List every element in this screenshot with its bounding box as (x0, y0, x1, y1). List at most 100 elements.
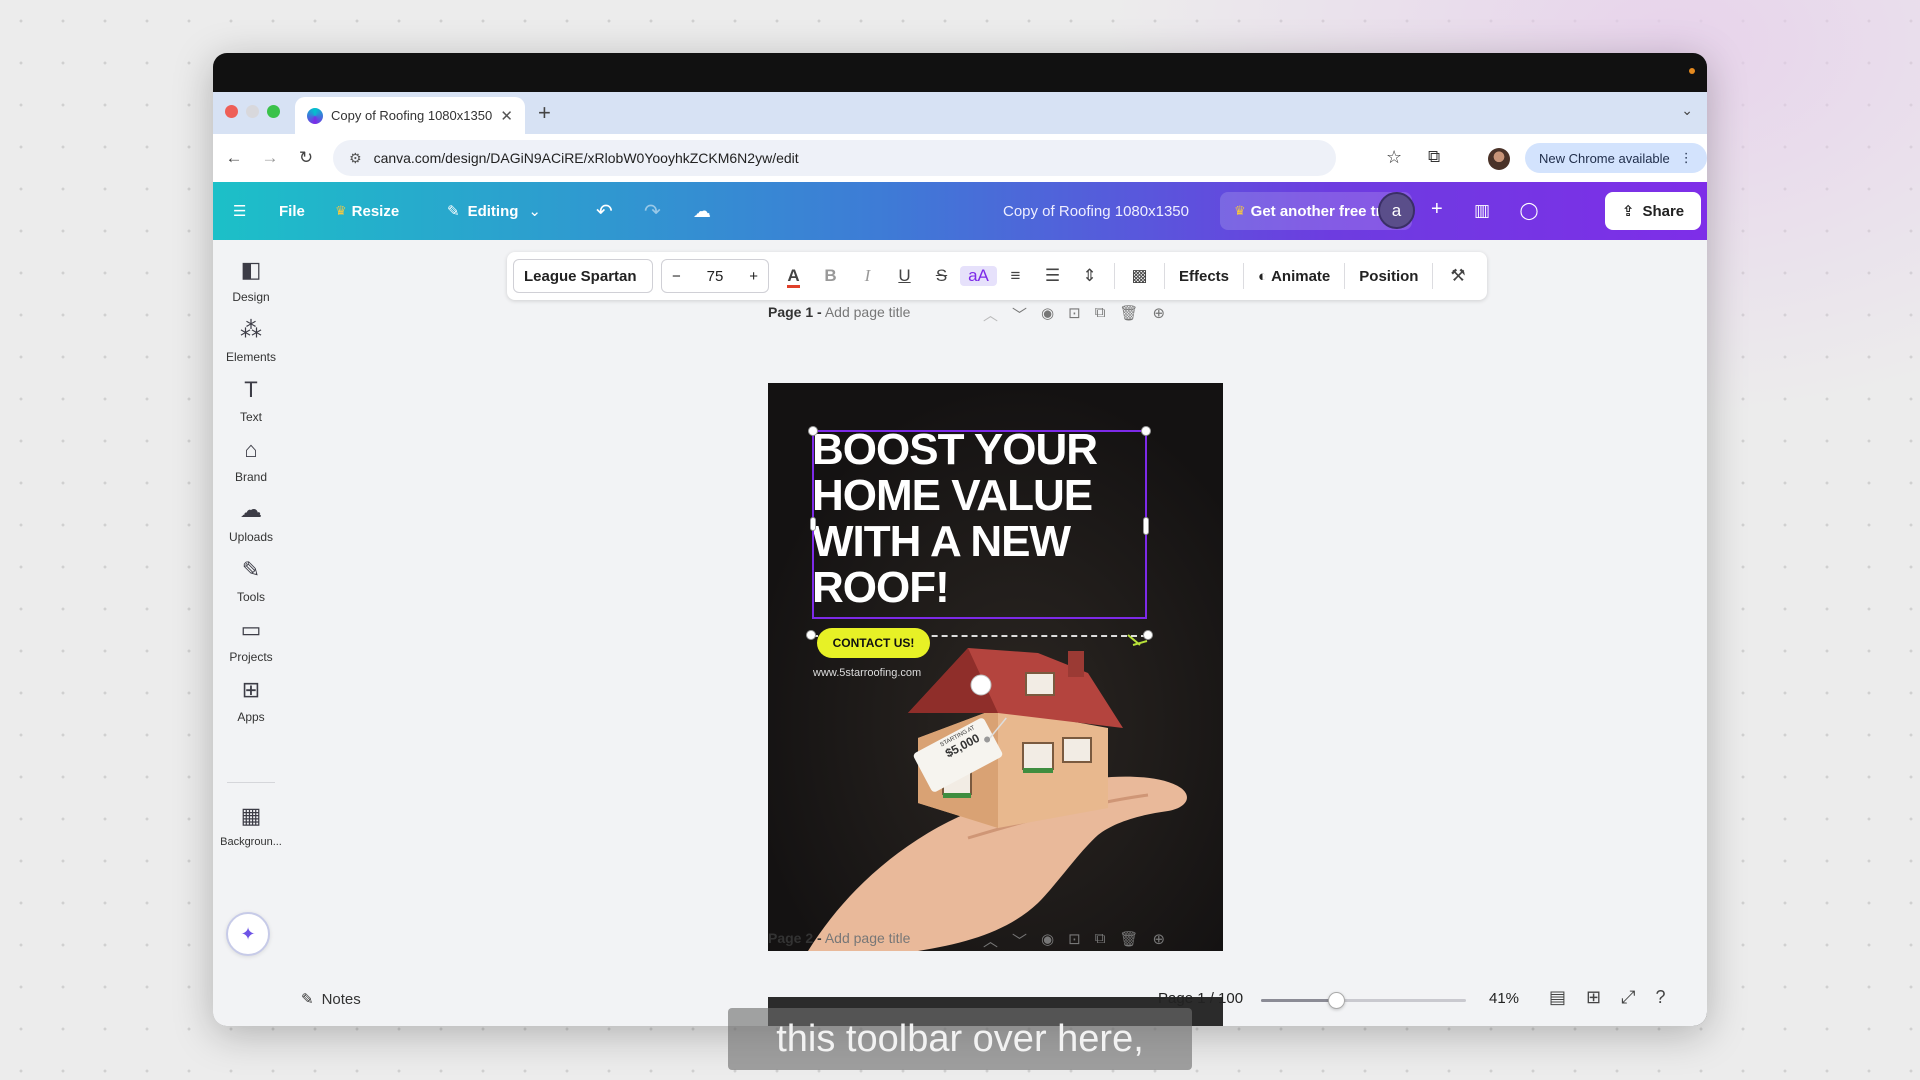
tab-search-icon[interactable]: ⌄ (1681, 102, 1693, 119)
document-title[interactable]: Copy of Roofing 1080x1350 (1003, 182, 1189, 240)
hide-page-icon[interactable]: ◉ (1041, 304, 1054, 325)
sidebar-item-background[interactable]: ▦ Backgroun... (213, 802, 289, 848)
delete-page-icon[interactable]: 🗑 (1119, 304, 1138, 325)
sidebar-item-uploads[interactable]: ☁ Uploads (213, 496, 289, 544)
zoom-slider-handle[interactable] (1328, 992, 1345, 1009)
insights-chart-icon[interactable]: ▥ (1463, 192, 1501, 230)
close-window-button[interactable] (225, 105, 238, 118)
resize-handle[interactable] (806, 630, 816, 640)
letter-case-icon[interactable]: aA (960, 266, 997, 286)
extensions-icon[interactable]: ⧉ (1428, 147, 1440, 167)
contact-us-badge[interactable]: CONTACT US! (817, 628, 930, 658)
tab-close-icon[interactable]: ✕ (500, 107, 513, 125)
resize-button[interactable]: ♛ Resize (335, 182, 399, 240)
sidebar-item-projects[interactable]: ▭ Projects (213, 616, 289, 664)
add-collaborator-icon[interactable]: + (1431, 198, 1443, 221)
effects-button[interactable]: Effects (1171, 268, 1237, 285)
underline-icon[interactable]: U (886, 266, 923, 286)
maximize-window-button[interactable] (267, 105, 280, 118)
redo-icon[interactable]: ↷ (644, 182, 661, 240)
help-icon[interactable]: ? (1656, 987, 1666, 1008)
hide-page-icon[interactable]: ◉ (1041, 930, 1054, 951)
transparency-icon[interactable]: ▩ (1121, 266, 1158, 286)
minimize-window-button[interactable] (246, 105, 259, 118)
editing-mode-dropdown[interactable]: ✎ Editing ⌄ (447, 182, 541, 240)
sidebar-item-text[interactable]: T Text (213, 376, 289, 424)
profile-avatar[interactable] (1488, 148, 1510, 170)
lock-icon[interactable]: ⊡ (1068, 930, 1081, 951)
comment-icon[interactable]: ◯ (1510, 192, 1548, 230)
increase-font-size-button[interactable]: + (749, 268, 758, 285)
move-up-icon[interactable]: ︿ (983, 304, 998, 325)
resize-handle[interactable] (810, 517, 816, 531)
notes-button[interactable]: ✎ Notes (301, 990, 361, 1009)
resize-handle[interactable] (1143, 630, 1153, 640)
sidebar-item-label: Design (232, 290, 270, 304)
resize-handle[interactable] (1141, 426, 1151, 436)
page-2-header: Page 2 - Add page title (768, 930, 910, 946)
resize-handle[interactable] (1143, 517, 1149, 535)
tab-title: Copy of Roofing 1080x1350 (331, 108, 493, 123)
position-button[interactable]: Position (1351, 268, 1426, 285)
fullscreen-icon[interactable]: ⤢ (1621, 987, 1635, 1008)
sidebar-item-brand[interactable]: ⌂ Brand (213, 436, 289, 484)
spacing-icon[interactable]: ⇕ (1071, 266, 1108, 286)
text-color-icon[interactable]: A (775, 266, 812, 288)
move-down-icon[interactable]: ﹀ (1012, 930, 1027, 951)
bookmark-star-icon[interactable]: ☆ (1386, 147, 1402, 168)
website-text[interactable]: www.5starroofing.com (813, 667, 921, 679)
new-chrome-available-button[interactable]: New Chrome available ⋮ (1525, 143, 1707, 173)
site-settings-icon[interactable]: ⚙ (349, 150, 362, 167)
strikethrough-icon[interactable]: S (923, 266, 960, 286)
list-icon[interactable]: ☰ (1034, 266, 1071, 286)
sidebar-item-apps[interactable]: ⊞ Apps (213, 676, 289, 724)
zoom-slider[interactable] (1261, 992, 1466, 1009)
zoom-level[interactable]: 41% (1489, 990, 1519, 1007)
page-view-icon[interactable]: ▤ (1549, 987, 1566, 1008)
left-sidebar: ◧ Design ⁂ Elements T Text ⌂ Brand ☁ Uploads … (213, 240, 289, 1026)
forward-icon[interactable]: → (255, 148, 285, 168)
tab-bar: Copy of Roofing 1080x1350 ✕ + ⌄ (213, 92, 1707, 134)
move-down-icon[interactable]: ﹀ (1012, 304, 1027, 325)
cloud-save-icon[interactable]: ☁ (693, 182, 711, 240)
lock-icon[interactable]: ⊡ (1068, 304, 1081, 325)
address-bar[interactable]: ⚙ canva.com/design/DAGiN9ACiRE/xRlobW0Yo… (333, 140, 1336, 176)
undo-icon[interactable]: ↶ (596, 182, 613, 240)
page-2-title-input[interactable]: Add page title (825, 930, 911, 946)
grid-view-icon[interactable]: ⊞ (1586, 987, 1601, 1008)
text-selection-box[interactable] (808, 426, 1151, 619)
bold-icon[interactable]: B (812, 266, 849, 286)
duplicate-page-icon[interactable]: ⧉ (1095, 930, 1106, 951)
back-icon[interactable]: ← (219, 148, 249, 168)
decrease-font-size-button[interactable]: − (672, 268, 681, 285)
reload-icon[interactable]: ↻ (291, 148, 321, 168)
new-tab-button[interactable]: + (538, 100, 551, 126)
add-page-icon[interactable]: ⊕ (1152, 930, 1165, 951)
move-up-icon[interactable]: ︿ (983, 930, 998, 951)
file-menu[interactable]: File (279, 182, 305, 240)
animate-button[interactable]: ◐ Animate (1250, 268, 1338, 285)
align-left-icon[interactable]: ≡ (997, 266, 1034, 286)
sidebar-item-design[interactable]: ◧ Design (213, 256, 289, 304)
browser-tab[interactable]: Copy of Roofing 1080x1350 ✕ (295, 97, 525, 134)
duplicate-page-icon[interactable]: ⧉ (1095, 304, 1106, 325)
resize-handle[interactable] (808, 426, 818, 436)
user-avatar[interactable]: a (1378, 192, 1415, 229)
sidebar-item-elements[interactable]: ⁂ Elements (213, 316, 289, 364)
delete-page-icon[interactable]: 🗑 (1119, 930, 1138, 951)
more-vert-icon[interactable]: ⋮ (1680, 150, 1693, 166)
sidebar-item-label: Elements (225, 350, 277, 364)
font-size-input[interactable]: 75 (707, 268, 724, 285)
add-page-icon[interactable]: ⊕ (1152, 304, 1165, 325)
font-family-dropdown[interactable]: League Spartan (513, 259, 653, 293)
hamburger-icon[interactable]: ☰ (233, 182, 246, 240)
share-button[interactable]: ⇪ Share (1605, 192, 1701, 230)
page-1-title-input[interactable]: Add page title (825, 304, 911, 320)
italic-icon[interactable]: I (849, 266, 886, 286)
magic-assistant-button[interactable]: ✦ (226, 912, 270, 956)
paint-format-icon[interactable]: ⚒ (1439, 266, 1476, 286)
page-count[interactable]: Page 1 / 100 (1158, 990, 1243, 1007)
sidebar-item-tools[interactable]: ✎ Tools (213, 556, 289, 604)
page-2-actions: ︿ ﹀ ◉ ⊡ ⧉ 🗑 ⊕ (983, 930, 1165, 951)
design-page-1[interactable]: BOOST YOUR HOME VALUE WITH A NEW ROOF! C… (768, 383, 1223, 951)
